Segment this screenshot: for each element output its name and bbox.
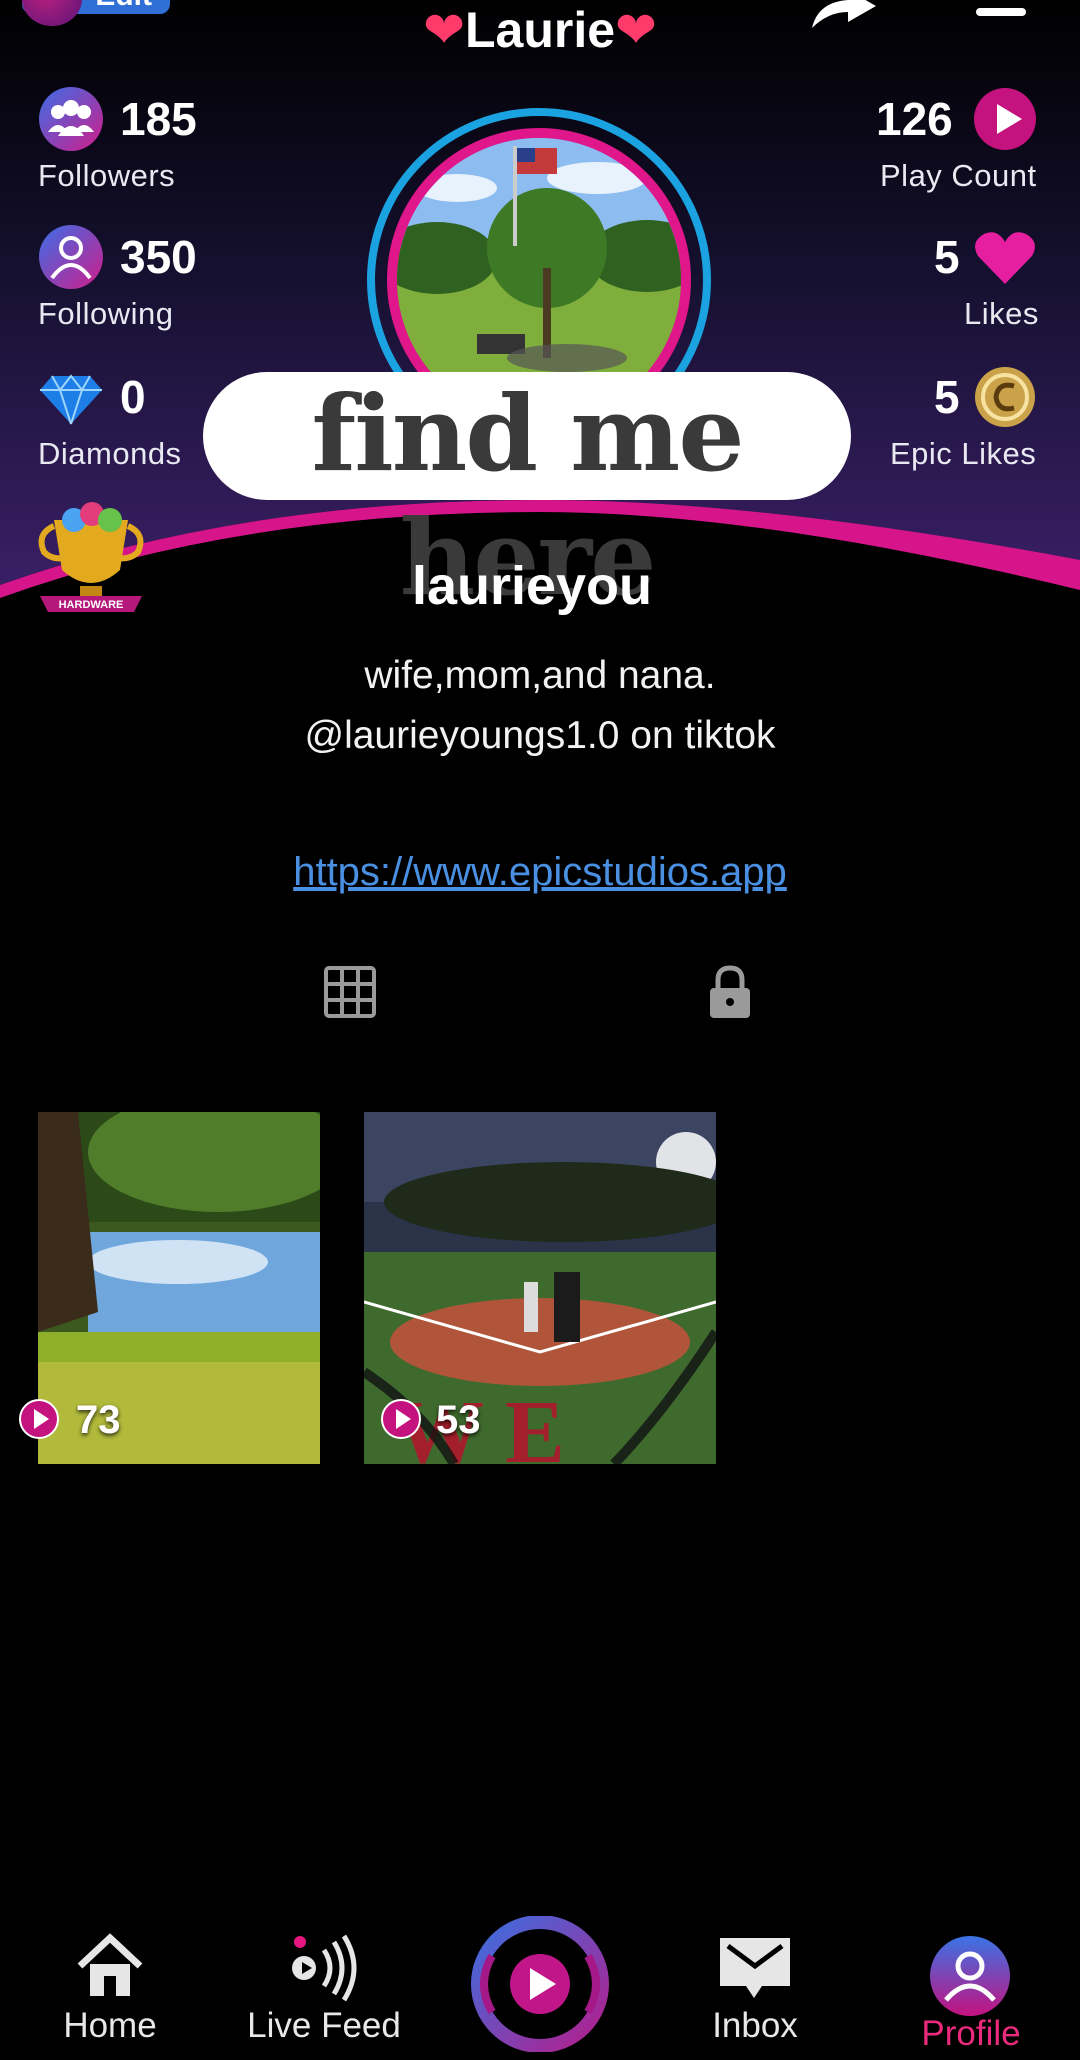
nav-home[interactable]: Home bbox=[40, 1930, 180, 2050]
grid-icon[interactable] bbox=[320, 962, 380, 1022]
likes-count: 5 bbox=[934, 231, 960, 283]
diamonds-count: 0 bbox=[120, 371, 146, 423]
profile-icon bbox=[930, 1936, 1010, 2016]
followers-count: 185 bbox=[120, 93, 197, 145]
nav-inbox[interactable]: Inbox bbox=[700, 1930, 810, 2050]
followers-icon bbox=[39, 87, 103, 151]
bio-line-2: @laurieyoungs1.0 on tiktok bbox=[304, 714, 776, 757]
play-count-label: Play Count bbox=[880, 158, 1037, 193]
share-icon[interactable] bbox=[808, 0, 878, 30]
epic-likes-label: Epic Likes bbox=[890, 436, 1037, 471]
lock-icon[interactable] bbox=[700, 962, 760, 1022]
epic-likes-count: 5 bbox=[934, 371, 960, 423]
bio-line-1: wife,mom,and nana. bbox=[364, 654, 716, 697]
diamonds-label[interactable]: Diamonds bbox=[38, 436, 182, 472]
heart-icon bbox=[975, 232, 1035, 284]
nav-profile-label: Profile bbox=[921, 2014, 1021, 2053]
following-label[interactable]: Following bbox=[38, 296, 173, 332]
video-view-count: 73 bbox=[76, 1398, 121, 1442]
heart-icon-right: ❤ bbox=[615, 2, 657, 58]
inbox-icon bbox=[720, 1938, 790, 1998]
find-me-here-sticker: find me here bbox=[203, 372, 851, 619]
profile-display-name: Laurie bbox=[464, 2, 616, 58]
menu-icon[interactable] bbox=[976, 8, 1026, 16]
nav-live-feed[interactable]: Live Feed bbox=[236, 1930, 412, 2050]
video-view-count: 53 bbox=[436, 1398, 481, 1442]
create-record-button-icon[interactable] bbox=[462, 1916, 618, 2052]
nav-live-feed-label: Live Feed bbox=[247, 2006, 401, 2045]
nav-profile[interactable]: Profile bbox=[896, 1930, 1046, 2060]
live-feed-icon bbox=[292, 1934, 357, 2002]
play-count-badge-icon bbox=[381, 1399, 421, 1439]
play-icon bbox=[974, 88, 1036, 150]
play-count-value: 126 bbox=[876, 93, 953, 145]
username: laurieyou bbox=[411, 556, 653, 616]
following-count: 350 bbox=[120, 231, 197, 283]
heart-icon-left: ❤ bbox=[423, 2, 465, 58]
home-icon bbox=[77, 1933, 143, 1996]
nav-home-label: Home bbox=[63, 2006, 157, 2045]
epic-coin-icon bbox=[975, 367, 1035, 427]
following-icon bbox=[39, 225, 103, 289]
likes-label: Likes bbox=[964, 296, 1039, 331]
followers-label[interactable]: Followers bbox=[38, 158, 175, 194]
nav-inbox-label: Inbox bbox=[712, 2006, 798, 2045]
play-count-badge-icon bbox=[19, 1399, 59, 1439]
profile-link[interactable]: https://www.epicstudios.app bbox=[0, 844, 1080, 900]
page-title: ❤Laurie❤ bbox=[0, 0, 1080, 60]
diamond-icon bbox=[40, 374, 102, 425]
